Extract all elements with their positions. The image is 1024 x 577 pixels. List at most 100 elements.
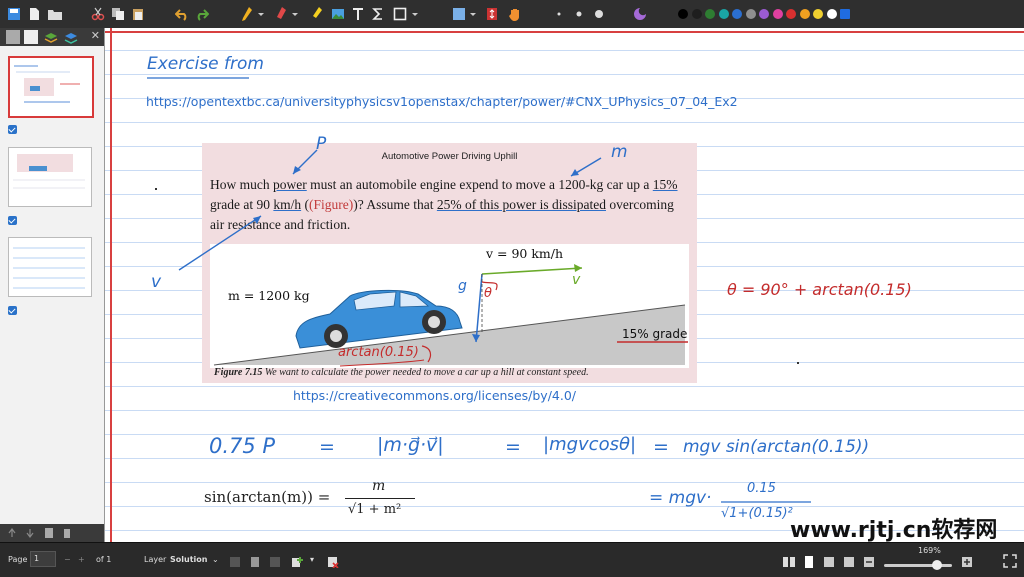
eraser-icon[interactable] <box>274 4 288 24</box>
save-icon[interactable] <box>6 4 22 24</box>
color-swatch[interactable] <box>813 9 823 19</box>
layer-stack-icon[interactable] <box>248 552 262 572</box>
equation-equals-3: = <box>653 436 669 458</box>
zoom-out-icon[interactable] <box>862 552 876 572</box>
zoom-slider-knob[interactable] <box>931 560 942 570</box>
vertical-space-icon[interactable] <box>484 4 500 24</box>
equation-equals-1: = <box>319 436 335 458</box>
copy-icon[interactable] <box>110 4 126 24</box>
page-preview-tab-icon[interactable] <box>6 30 20 44</box>
page-label: Page <box>8 555 28 564</box>
sidebar-tabs: ✕ <box>0 28 104 46</box>
identity-lhs: sin(arctan(m)) = <box>204 488 331 506</box>
stray-dot <box>155 188 157 190</box>
layer-down-icon[interactable] <box>268 552 282 572</box>
redo-icon[interactable] <box>194 4 210 24</box>
select-dropdown-icon[interactable] <box>468 4 478 24</box>
document-tab-icon[interactable] <box>24 30 38 44</box>
equation2-fraction-bar <box>721 501 811 503</box>
image-icon[interactable] <box>330 4 346 24</box>
color-swatch[interactable] <box>691 9 702 19</box>
fill-icon[interactable] <box>632 4 648 24</box>
journal-page[interactable]: Exercise from https://opentextbc.ca/univ… <box>105 28 1024 542</box>
page-decrement-button[interactable]: − <box>64 555 71 564</box>
equation-dot-product: |m·g⃗·v⃗| <box>377 434 444 456</box>
highlighter-icon[interactable] <box>310 4 324 24</box>
equation-equals-2: = <box>505 436 521 458</box>
layer-up-icon[interactable] <box>228 552 242 572</box>
layers-tab-icon[interactable] <box>44 30 58 44</box>
page-3-checkbox[interactable] <box>8 306 17 315</box>
open-folder-icon[interactable] <box>46 4 64 24</box>
equation-lhs: 0.75 P <box>209 434 276 458</box>
page-2-checkbox[interactable] <box>8 216 17 225</box>
pen-size-large-icon[interactable] <box>592 4 606 24</box>
new-page-icon[interactable] <box>26 4 42 24</box>
color-swatch[interactable] <box>732 9 742 19</box>
add-layer-icon[interactable] <box>290 552 304 572</box>
paste-icon[interactable] <box>130 4 146 24</box>
color-swatch[interactable] <box>678 9 688 19</box>
theta-equation: θ = 90° + arctan(0.15) <box>727 280 912 299</box>
pen-size-medium-icon[interactable] <box>572 4 586 24</box>
equation2-lhs: = mgv· <box>649 488 712 508</box>
color-swatch[interactable] <box>772 9 783 19</box>
page-increment-button[interactable]: + <box>78 555 85 564</box>
identity-numerator: m <box>372 478 386 494</box>
page-thumbnail-2[interactable] <box>8 147 92 207</box>
view-single-page-icon[interactable] <box>802 552 816 572</box>
view-two-page-icon[interactable] <box>782 552 796 572</box>
text-tool-icon[interactable] <box>350 4 366 24</box>
equation2-denominator: √1+(0.15)² <box>721 506 793 521</box>
color-swatch[interactable] <box>786 9 796 19</box>
zoom-fit-icon[interactable] <box>822 552 836 572</box>
color-swatch[interactable] <box>705 9 715 19</box>
page-thumbnail-1[interactable] <box>8 56 94 118</box>
color-swatch[interactable] <box>826 9 837 19</box>
layer-select[interactable]: Solution <box>170 555 207 564</box>
color-swatch[interactable] <box>840 9 850 19</box>
page-1-checkbox[interactable] <box>8 125 17 134</box>
zoom-width-icon[interactable] <box>842 552 856 572</box>
pen-dropdown-icon[interactable] <box>256 4 266 24</box>
color-swatch[interactable] <box>799 9 810 19</box>
pen-size-small-icon[interactable] <box>552 4 566 24</box>
select-rect-icon[interactable] <box>450 4 468 24</box>
shape-tool-icon[interactable] <box>392 4 408 24</box>
license-url-link[interactable]: https://creativecommons.org/licenses/by/… <box>293 388 576 403</box>
color-swatch[interactable] <box>759 9 769 19</box>
add-layer-dropdown-icon[interactable]: ▾ <box>310 555 314 564</box>
sidebar-bottom-toolbar <box>0 524 104 542</box>
hand-tool-icon[interactable] <box>506 4 524 24</box>
layer-label: Layer <box>144 555 167 564</box>
shape-dropdown-icon[interactable] <box>410 4 420 24</box>
zoom-slider-track[interactable] <box>884 564 952 567</box>
page-thumbnail-3[interactable] <box>8 237 92 297</box>
stray-dot <box>797 362 799 364</box>
color-swatch[interactable] <box>718 9 729 19</box>
cut-icon[interactable] <box>90 4 106 24</box>
equation-rhs: mgv sin(arctan(0.15)) <box>683 437 870 457</box>
identity-denominator: √1 + m² <box>348 502 402 517</box>
math-tool-icon[interactable] <box>370 4 386 24</box>
zoom-level: 169% <box>918 546 941 555</box>
page-total: of 1 <box>96 555 112 564</box>
site-watermark: www.rjtj.cn软荐网 <box>790 518 998 543</box>
layer-dropdown-icon[interactable]: ⌄ <box>212 555 219 564</box>
bookmarks-tab-icon[interactable] <box>64 30 78 44</box>
color-swatch[interactable] <box>745 9 756 19</box>
page-number-input[interactable]: 1 <box>30 551 56 567</box>
delete-layer-icon[interactable] <box>326 552 340 572</box>
sidebar-close-icon[interactable]: ✕ <box>91 29 100 42</box>
zoom-in-icon[interactable] <box>960 552 974 572</box>
undo-icon[interactable] <box>174 4 190 24</box>
main-toolbar <box>0 0 1024 29</box>
eraser-dropdown-icon[interactable] <box>290 4 300 24</box>
pen-icon[interactable] <box>240 4 254 24</box>
status-bar: Page 1 − + of 1 Layer Solution ⌄ ▾ 169% <box>0 542 1024 577</box>
equation-magnitude: |mgvcosθ| <box>543 434 637 455</box>
identity-fraction-bar <box>345 498 415 499</box>
page-preview-sidebar: ✕ <box>0 28 105 542</box>
fullscreen-icon[interactable] <box>1002 551 1018 571</box>
equation2-numerator: 0.15 <box>747 481 776 496</box>
